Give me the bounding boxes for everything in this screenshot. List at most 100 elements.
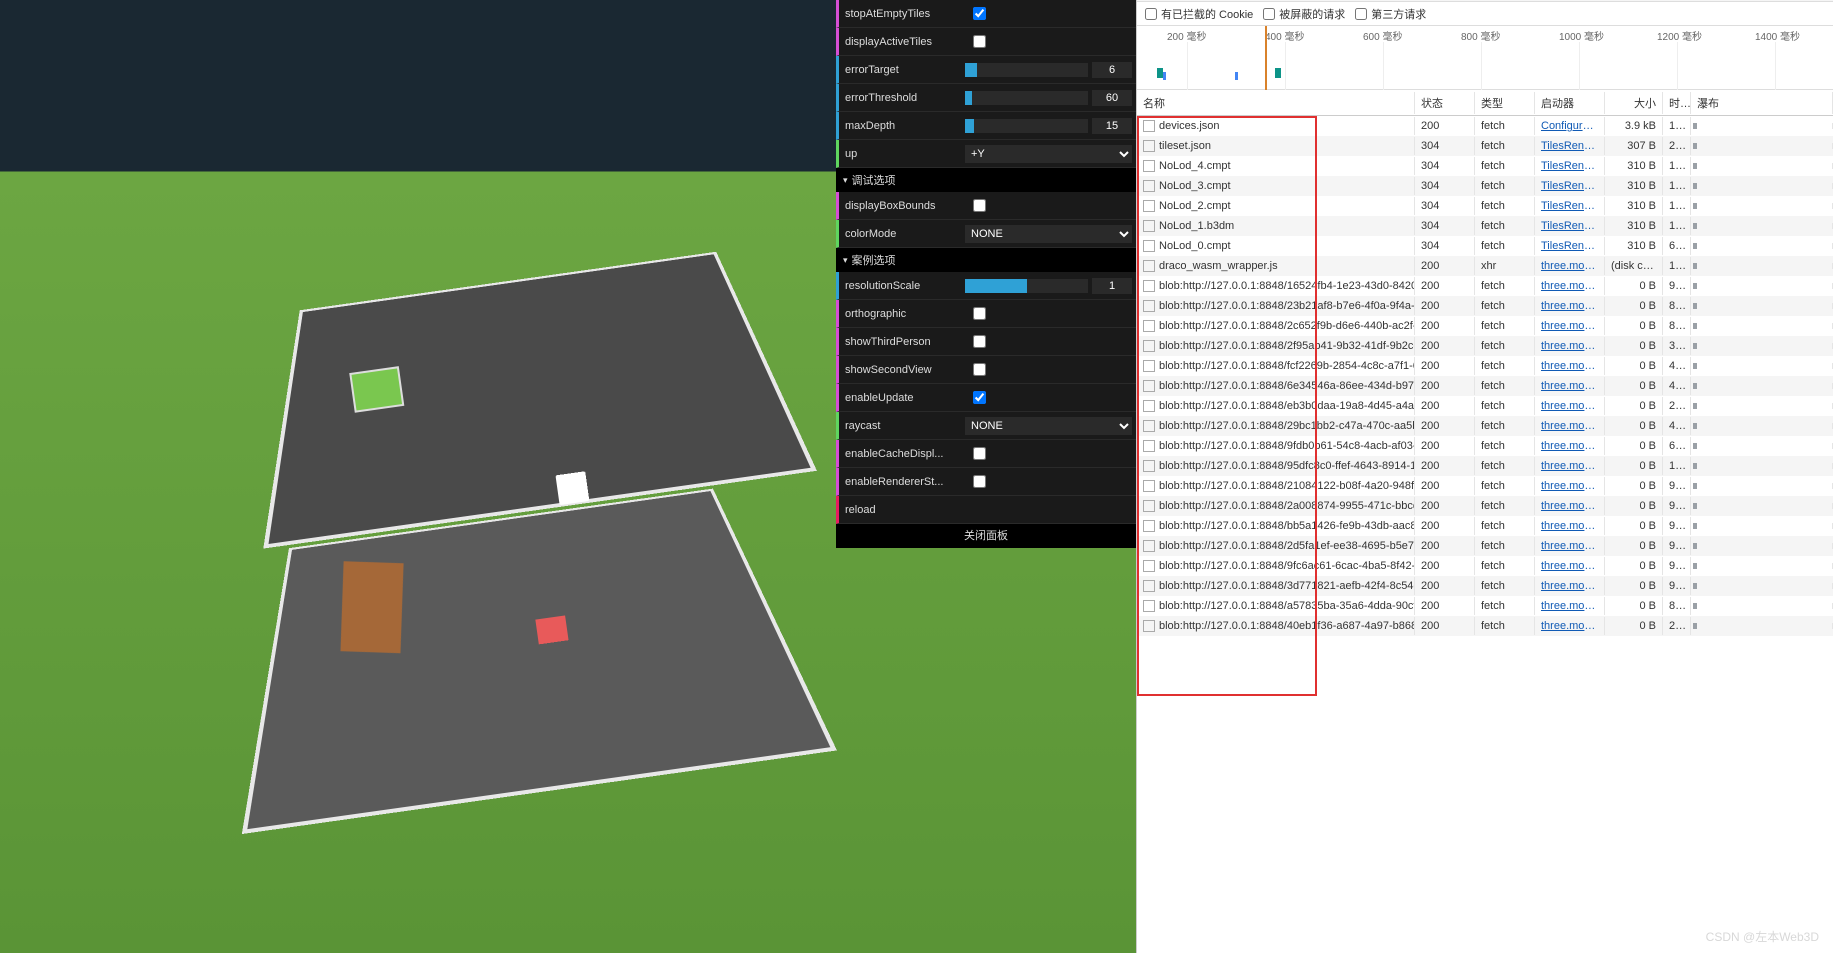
gui-errorThreshold[interactable]: errorThreshold <box>836 84 1136 112</box>
checkbox[interactable] <box>973 307 986 320</box>
table-row[interactable]: blob:http://127.0.0.1:8848/fcf2269b-2854… <box>1137 356 1833 376</box>
request-initiator[interactable]: three.modul... <box>1535 337 1605 355</box>
number-input[interactable] <box>1092 62 1132 78</box>
request-initiator[interactable]: three.modul... <box>1535 517 1605 535</box>
table-row[interactable]: NoLod_3.cmpt 304 fetch TilesRendere... 3… <box>1137 176 1833 196</box>
checkbox[interactable] <box>973 391 986 404</box>
gui-raycast[interactable]: raycast NONE <box>836 412 1136 440</box>
table-row[interactable]: blob:http://127.0.0.1:8848/3d771821-aefb… <box>1137 576 1833 596</box>
request-initiator[interactable]: three.modul... <box>1535 457 1605 475</box>
gui-close-button[interactable]: 关闭面板 <box>836 524 1136 548</box>
gui-reload[interactable]: reload <box>836 496 1136 524</box>
request-initiator[interactable]: TilesRendere... <box>1535 197 1605 215</box>
filter-thirdparty[interactable]: 第三方请求 <box>1355 6 1426 22</box>
request-initiator[interactable]: three.modul... <box>1535 257 1605 275</box>
header-size[interactable]: 大小 <box>1605 92 1663 114</box>
gui-enableCacheDisplay[interactable]: enableCacheDispl... <box>836 440 1136 468</box>
select-raycast[interactable]: NONE <box>965 417 1132 435</box>
table-row[interactable]: NoLod_1.b3dm 304 fetch TilesRendere... 3… <box>1137 216 1833 236</box>
table-row[interactable]: blob:http://127.0.0.1:8848/2f95ab41-9b32… <box>1137 336 1833 356</box>
checkbox[interactable] <box>973 335 986 348</box>
slider[interactable] <box>965 279 1088 293</box>
slider[interactable] <box>965 63 1088 77</box>
table-row[interactable]: blob:http://127.0.0.1:8848/a57835ba-35a6… <box>1137 596 1833 616</box>
request-initiator[interactable]: three.modul... <box>1535 597 1605 615</box>
gui-folder-debug[interactable]: 调试选项 <box>836 168 1136 192</box>
number-input[interactable] <box>1092 118 1132 134</box>
table-header[interactable]: 名称 状态 类型 启动器 大小 时... 瀑布 <box>1137 90 1833 116</box>
checkbox[interactable] <box>973 199 986 212</box>
table-row[interactable]: blob:http://127.0.0.1:8848/2a008874-9955… <box>1137 496 1833 516</box>
request-initiator[interactable]: TilesRendere... <box>1535 177 1605 195</box>
request-initiator[interactable]: three.modul... <box>1535 437 1605 455</box>
table-row[interactable]: blob:http://127.0.0.1:8848/6e34546a-86ee… <box>1137 376 1833 396</box>
request-initiator[interactable]: three.modul... <box>1535 557 1605 575</box>
request-initiator[interactable]: three.modul... <box>1535 537 1605 555</box>
gui-orthographic[interactable]: orthographic <box>836 300 1136 328</box>
table-row[interactable]: blob:http://127.0.0.1:8848/eb3b0daa-19a8… <box>1137 396 1833 416</box>
gui-displayBoxBounds[interactable]: displayBoxBounds <box>836 192 1136 220</box>
checkbox[interactable] <box>973 7 986 20</box>
table-row[interactable]: blob:http://127.0.0.1:8848/9fdb0b61-54c8… <box>1137 436 1833 456</box>
gui-stopAtEmptyTiles[interactable]: stopAtEmptyTiles <box>836 0 1136 28</box>
header-time[interactable]: 时... <box>1663 92 1691 114</box>
request-initiator[interactable]: three.modul... <box>1535 357 1605 375</box>
table-row[interactable]: devices.json 200 fetch Configuratio... 3… <box>1137 116 1833 136</box>
number-input[interactable] <box>1092 278 1132 294</box>
request-initiator[interactable]: three.modul... <box>1535 497 1605 515</box>
header-type[interactable]: 类型 <box>1475 92 1535 114</box>
gui-up[interactable]: up +Y <box>836 140 1136 168</box>
table-row[interactable]: blob:http://127.0.0.1:8848/bb5a1426-fe9b… <box>1137 516 1833 536</box>
slider[interactable] <box>965 119 1088 133</box>
header-name[interactable]: 名称 <box>1137 92 1415 114</box>
request-initiator[interactable]: TilesRendere... <box>1535 237 1605 255</box>
table-row[interactable]: blob:http://127.0.0.1:8848/95dfc8c0-ffef… <box>1137 456 1833 476</box>
request-initiator[interactable]: three.modul... <box>1535 477 1605 495</box>
table-row[interactable]: blob:http://127.0.0.1:8848/9fc6ac61-6cac… <box>1137 556 1833 576</box>
request-initiator[interactable]: three.modul... <box>1535 397 1605 415</box>
request-initiator[interactable]: TilesRendere... <box>1535 137 1605 155</box>
checkbox[interactable] <box>973 35 986 48</box>
header-status[interactable]: 状态 <box>1415 92 1475 114</box>
slider[interactable] <box>965 91 1088 105</box>
gui-showSecondView[interactable]: showSecondView <box>836 356 1136 384</box>
request-initiator[interactable]: TilesRendere... <box>1535 217 1605 235</box>
request-initiator[interactable]: three.modul... <box>1535 377 1605 395</box>
gui-enableUpdate[interactable]: enableUpdate <box>836 384 1136 412</box>
request-initiator[interactable]: three.modul... <box>1535 577 1605 595</box>
select-colormode[interactable]: NONE <box>965 225 1132 243</box>
table-row[interactable]: NoLod_4.cmpt 304 fetch TilesRendere... 3… <box>1137 156 1833 176</box>
filter-blocked[interactable]: 被屏蔽的请求 <box>1263 6 1345 22</box>
checkbox[interactable] <box>973 447 986 460</box>
table-row[interactable]: draco_wasm_wrapper.js 200 xhr three.modu… <box>1137 256 1833 276</box>
gui-showThirdPerson[interactable]: showThirdPerson <box>836 328 1136 356</box>
header-initiator[interactable]: 启动器 <box>1535 92 1605 114</box>
3d-viewport[interactable]: stopAtEmptyTiles displayActiveTiles erro… <box>0 0 1136 953</box>
table-row[interactable]: blob:http://127.0.0.1:8848/23b21af8-b7e6… <box>1137 296 1833 316</box>
checkbox[interactable] <box>973 475 986 488</box>
number-input[interactable] <box>1092 90 1132 106</box>
request-initiator[interactable]: three.modul... <box>1535 617 1605 635</box>
gui-errorTarget[interactable]: errorTarget <box>836 56 1136 84</box>
request-initiator[interactable]: three.modul... <box>1535 277 1605 295</box>
request-initiator[interactable]: Configuratio... <box>1535 117 1605 135</box>
table-row[interactable]: blob:http://127.0.0.1:8848/2d5fa1ef-ee38… <box>1137 536 1833 556</box>
checkbox[interactable] <box>973 363 986 376</box>
gui-enableRendererStats[interactable]: enableRendererSt... <box>836 468 1136 496</box>
table-row[interactable]: tileset.json 304 fetch TilesRendere... 3… <box>1137 136 1833 156</box>
header-waterfall[interactable]: 瀑布 <box>1691 92 1833 114</box>
table-row[interactable]: blob:http://127.0.0.1:8848/29bc1bb2-c47a… <box>1137 416 1833 436</box>
timeline-overview[interactable]: 200 毫秒400 毫秒600 毫秒800 毫秒1000 毫秒1200 毫秒14… <box>1137 26 1833 90</box>
table-row[interactable]: blob:http://127.0.0.1:8848/16524fb4-1e23… <box>1137 276 1833 296</box>
table-row[interactable]: NoLod_0.cmpt 304 fetch TilesRendere... 3… <box>1137 236 1833 256</box>
gui-colorMode[interactable]: colorMode NONE <box>836 220 1136 248</box>
table-row[interactable]: blob:http://127.0.0.1:8848/21084122-b08f… <box>1137 476 1833 496</box>
gui-displayActiveTiles[interactable]: displayActiveTiles <box>836 28 1136 56</box>
gui-folder-case[interactable]: 案例选项 <box>836 248 1136 272</box>
request-initiator[interactable]: three.modul... <box>1535 317 1605 335</box>
table-row[interactable]: blob:http://127.0.0.1:8848/2c652f9b-d6e6… <box>1137 316 1833 336</box>
request-initiator[interactable]: three.modul... <box>1535 417 1605 435</box>
table-row[interactable]: NoLod_2.cmpt 304 fetch TilesRendere... 3… <box>1137 196 1833 216</box>
select-up[interactable]: +Y <box>965 145 1132 163</box>
gui-maxDepth[interactable]: maxDepth <box>836 112 1136 140</box>
